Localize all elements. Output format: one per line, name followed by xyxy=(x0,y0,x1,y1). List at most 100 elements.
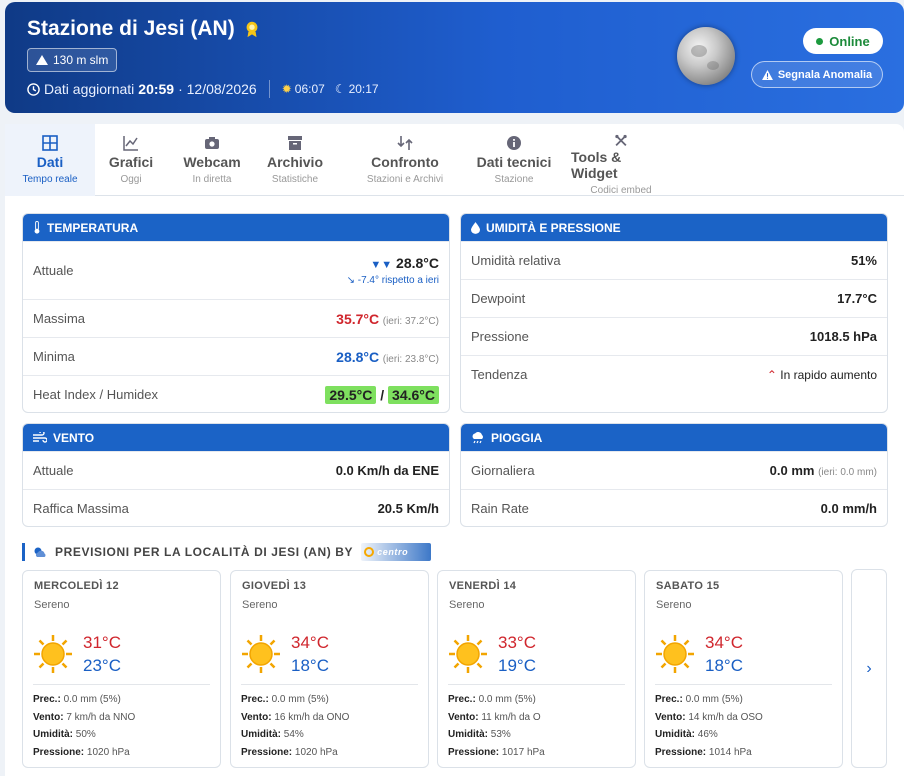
updated-label: Dati aggiornati xyxy=(44,81,135,97)
tab-dati-tecnici[interactable]: Dati tecnici Stazione xyxy=(469,124,559,196)
update-info: Dati aggiornati 20:59 · 12/08/2026 ✹ 06:0… xyxy=(27,80,379,98)
updated-time: 20:59 xyxy=(138,81,175,97)
forecast-temps: 31°C 23°C xyxy=(33,631,121,677)
forecast-humidity: 54% xyxy=(283,729,304,740)
heading-accent-bar xyxy=(22,543,25,561)
forecast-pressure: 1014 hPa xyxy=(708,746,752,758)
forecast-temps: 33°C 19°C xyxy=(448,631,536,677)
pressure-row: Pressione 1018.5 hPa xyxy=(461,317,887,355)
dewpoint-row: Dewpoint 17.7°C xyxy=(461,279,887,317)
tab-label: Tools & Widget xyxy=(571,149,622,181)
tools-icon xyxy=(615,134,627,147)
tab-webcam[interactable]: Webcam In diretta xyxy=(167,124,257,196)
forecast-min-temp: 19°C xyxy=(498,656,536,675)
row-label: Raffica Massima xyxy=(33,501,129,516)
forecast-next-button[interactable]: › xyxy=(851,569,887,768)
temperature-card: TEMPERATURA Attuale ▼▼ 28.8°C ↘ -7.4° ri… xyxy=(22,213,450,413)
humidity-pressure-card: UMIDITÀ E PRESSIONE Umidità relativa 51%… xyxy=(460,213,888,413)
wind-icon xyxy=(33,432,47,443)
forecast-min-temp: 18°C xyxy=(291,656,329,675)
station-name: Stazione di Jesi (AN) xyxy=(27,17,235,40)
humidity-value: 51% xyxy=(850,253,877,268)
forecast-day: VENERDÌ 14 xyxy=(449,580,517,592)
forecast-pressure: 1020 hPa xyxy=(86,746,130,758)
rain-daily-yesterday: (ieri: 0.0 mm) xyxy=(818,467,877,478)
wind-current-value: 0.0 Km/h da ENE xyxy=(335,463,439,478)
forecast-day: MERCOLEDÌ 12 xyxy=(34,580,119,592)
detail-label: Pressione: xyxy=(448,746,500,758)
tab-confronto[interactable]: Confronto Stazioni e Archivi xyxy=(353,124,457,196)
row-label: Heat Index / Humidex xyxy=(33,387,159,402)
report-anomaly-label: Segnala Anomalia xyxy=(777,68,873,81)
report-anomaly-button[interactable]: Segnala Anomalia xyxy=(751,61,883,88)
row-label: Giornaliera xyxy=(471,463,535,478)
forecast-card: GIOVEDÌ 13 Sereno 34°C 18°C Prec.: 0.0 mm… xyxy=(230,570,429,768)
card-header: TEMPERATURA xyxy=(23,214,449,241)
forecast-wind: 7 km/h da NNO xyxy=(66,711,136,723)
forecast-condition: Sereno xyxy=(656,599,692,611)
forecast-precipitation: 0.0 mm (5%) xyxy=(63,694,121,705)
status-label: Online xyxy=(829,33,870,49)
row-label: Minima xyxy=(33,349,75,364)
rain-cloud-icon xyxy=(472,431,483,443)
temp-current-value: 28.8°C xyxy=(396,255,439,271)
divider xyxy=(448,684,625,685)
station-header: Stazione di Jesi (AN) 130 m slm Dati agg… xyxy=(5,2,904,113)
row-label: Umidità relativa xyxy=(471,253,561,268)
divider xyxy=(268,80,270,98)
row-label: Attuale xyxy=(33,263,74,278)
forecast-min-temp: 18°C xyxy=(705,656,743,675)
temp-max-yesterday: (ieri: 37.2°C) xyxy=(382,315,439,327)
forecast-precipitation: 0.0 mm (5%) xyxy=(685,694,743,705)
row-label: Massima xyxy=(33,311,86,326)
detail-label: Vento: xyxy=(241,711,272,723)
row-label: Rain Rate xyxy=(471,501,529,516)
grid-icon xyxy=(42,135,58,151)
forecast-humidity: 46% xyxy=(697,729,718,740)
rain-card: PIOGGIA Giornaliera 0.0 mm (ieri: 0.0 mm… xyxy=(460,423,888,527)
divider xyxy=(241,684,418,685)
tab-tools-widget[interactable]: Tools & Widget Codici embed xyxy=(571,124,671,196)
forecast-heading: PREVISIONI PER LA LOCALITÀ DI JESI (AN) … xyxy=(22,543,432,561)
card-header: UMIDITÀ E PRESSIONE xyxy=(461,214,887,241)
tab-dati[interactable]: Dati Tempo reale xyxy=(5,124,95,196)
forecast-wind: 16 km/h da ONO xyxy=(274,711,350,723)
card-title: VENTO xyxy=(53,430,95,445)
divider xyxy=(655,684,832,685)
detail-label: Vento: xyxy=(33,711,64,723)
forecast-humidity: 53% xyxy=(490,729,511,740)
sunset: ☾ 20:17 xyxy=(335,82,379,96)
row-label: Pressione xyxy=(471,329,529,344)
droplet-icon xyxy=(471,221,480,234)
forecast-min-temp: 23°C xyxy=(83,656,121,675)
heat-index-value: 29.5°C xyxy=(325,385,377,404)
tab-sublabel: Statistiche xyxy=(271,174,319,185)
divider xyxy=(33,684,210,685)
temp-min-yesterday: (ieri: 23.8°C) xyxy=(382,353,439,365)
detail-label: Pressione: xyxy=(655,746,707,758)
row-label: Dewpoint xyxy=(471,291,526,306)
status-dot xyxy=(816,37,824,45)
forecast-day: SABATO 15 xyxy=(656,580,720,592)
sunrise-time: 06:07 xyxy=(294,82,325,96)
detail-label: Prec.: xyxy=(33,694,61,705)
temp-max-row: Massima 35.7°C (ieri: 37.2°C) xyxy=(23,299,449,337)
card-title: TEMPERATURA xyxy=(47,220,139,235)
detail-label: Vento: xyxy=(448,711,479,723)
detail-label: Umidità: xyxy=(448,729,488,740)
forecast-wind: 11 km/h da O xyxy=(481,711,541,723)
detail-label: Pressione: xyxy=(241,746,293,758)
pressure-trend-value: In rapido aumento xyxy=(780,367,877,382)
station-title: Stazione di Jesi (AN) xyxy=(27,17,261,41)
tab-archivio[interactable]: Archivio Statistiche xyxy=(257,124,333,196)
tab-grafici[interactable]: Grafici Oggi xyxy=(95,124,167,196)
sunset-time: 20:17 xyxy=(348,82,379,96)
info-icon xyxy=(507,136,521,150)
wind-gust-row: Raffica Massima 20.5 Km/h xyxy=(23,489,449,526)
moon-phase-image xyxy=(677,27,735,85)
centro-meteo-logo[interactable]: centro xyxy=(361,543,432,561)
partly-cloudy-icon xyxy=(34,547,46,557)
down-trend-icon: ▼▼ xyxy=(370,259,393,271)
tab-label: Grafici xyxy=(108,154,154,170)
forecast-precipitation: 0.0 mm (5%) xyxy=(271,694,329,705)
